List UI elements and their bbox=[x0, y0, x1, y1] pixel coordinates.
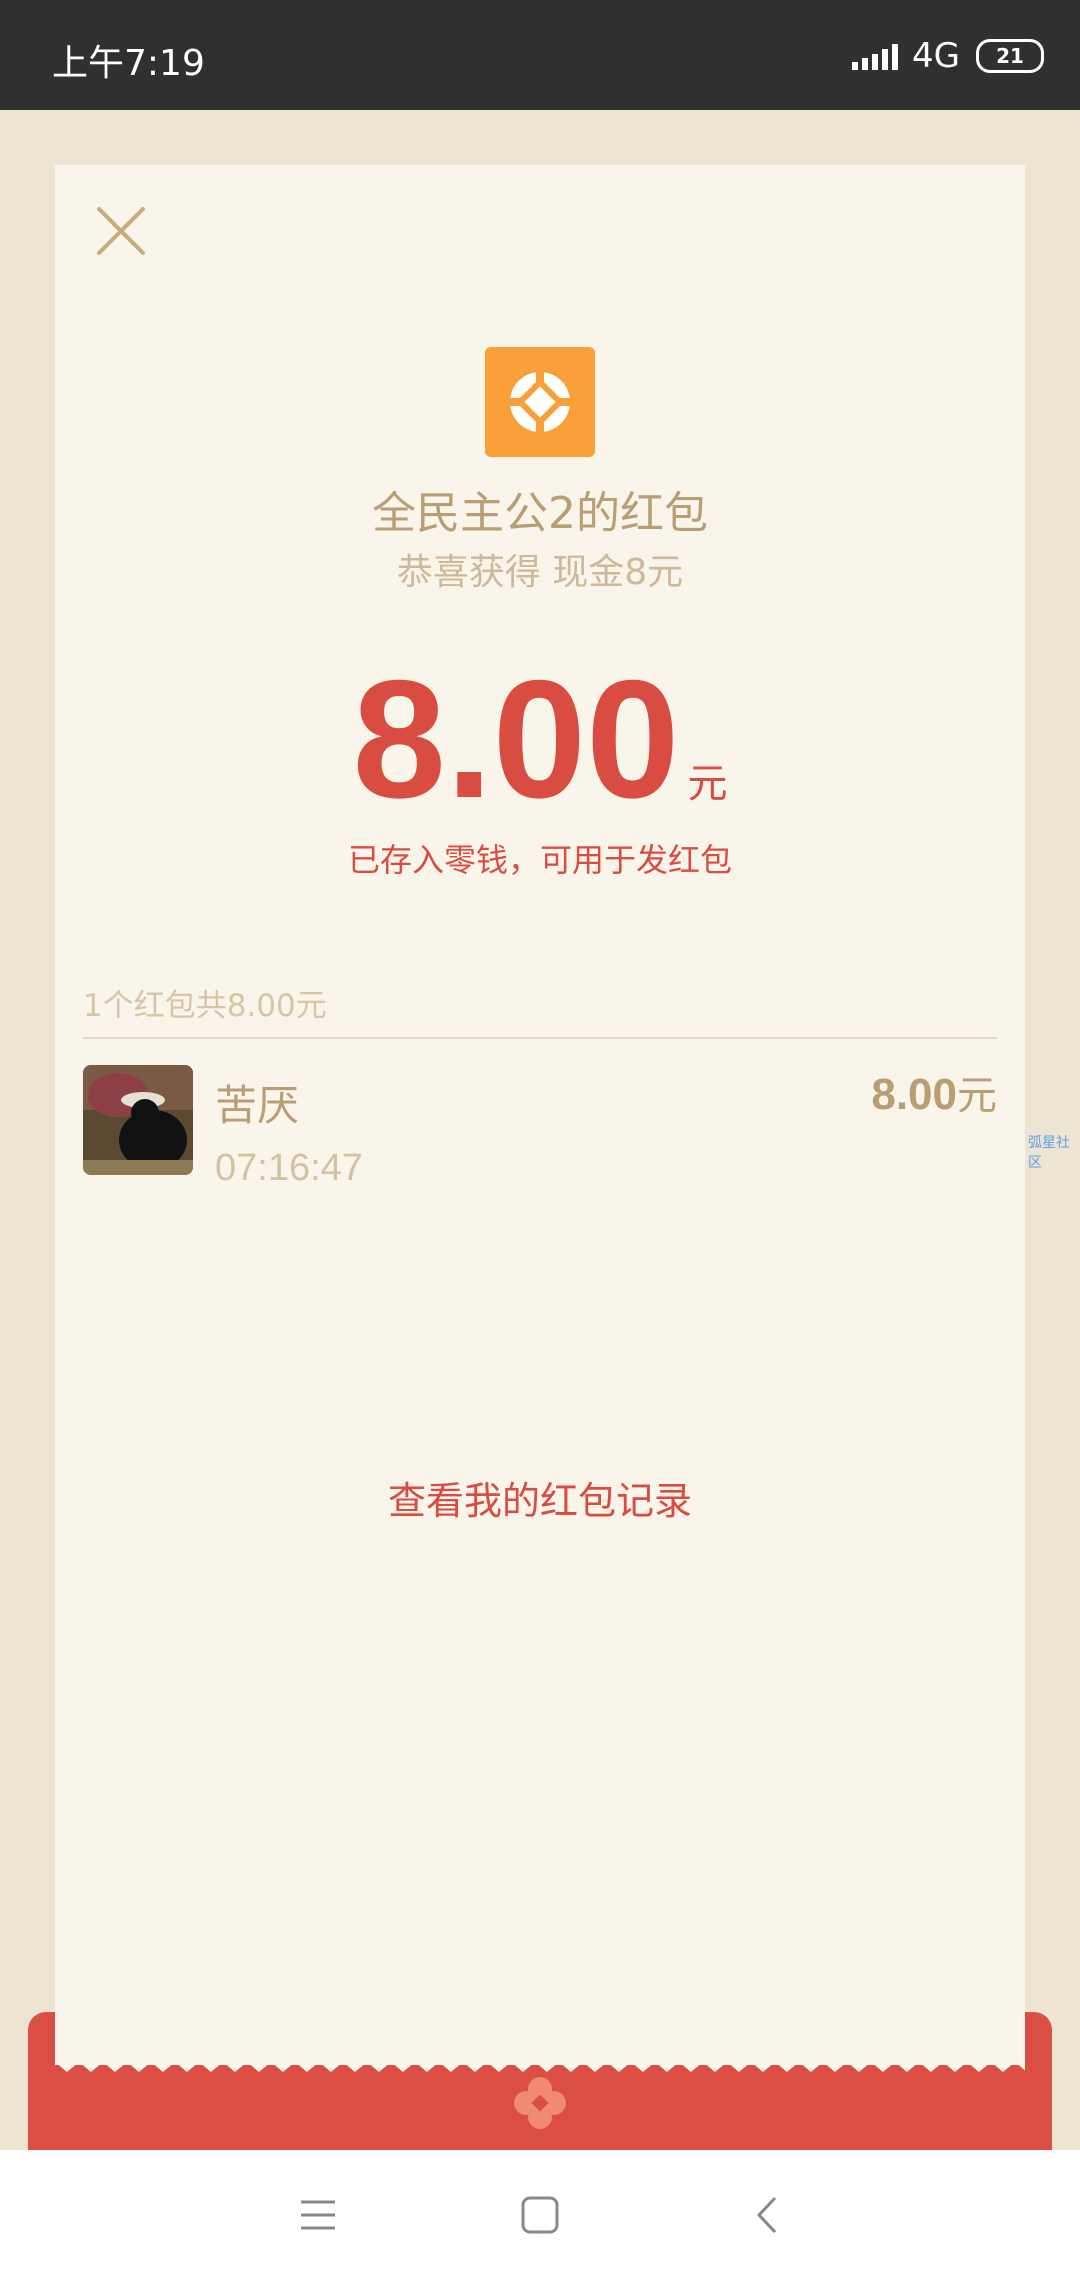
stored-note: 已存入零钱，可用于发红包 bbox=[347, 841, 732, 879]
amount-value: 8.00 bbox=[352, 645, 680, 833]
red-packet-detail-card: 全民主公2的红包 恭喜获得 现金8元 8.00 元 已存入零钱，可用于发红包 1… bbox=[55, 165, 1025, 2065]
status-time: 上午7:19 bbox=[52, 43, 205, 84]
wish-text: 恭喜获得 现金8元 bbox=[396, 552, 684, 593]
battery-icon: 21 bbox=[976, 39, 1044, 73]
amount-display: 8.00 元 bbox=[55, 655, 1025, 823]
receive-time: 07:16:47 bbox=[215, 1147, 363, 1189]
game-logo-icon bbox=[485, 347, 595, 457]
receiver-amount-value: 8.00 bbox=[871, 1070, 957, 1119]
battery-level: 21 bbox=[996, 44, 1024, 68]
flower-icon bbox=[514, 2077, 566, 2129]
card-zigzag-edge bbox=[55, 2048, 1025, 2072]
receiver-name: 苦厌 bbox=[215, 1081, 300, 1130]
signal-icon bbox=[852, 42, 899, 70]
network-type: 4G bbox=[912, 36, 960, 76]
menu-icon[interactable] bbox=[295, 2192, 341, 2238]
watermark: 弧星社区 bbox=[1028, 1135, 1070, 1171]
packet-summary: 1个红包共8.00元 bbox=[83, 988, 327, 1024]
navigation-bar bbox=[0, 2150, 1080, 2280]
amount-unit: 元 bbox=[687, 761, 728, 807]
back-icon[interactable] bbox=[745, 2192, 791, 2238]
receiver-amount: 8.00元 bbox=[871, 1063, 997, 1121]
close-icon[interactable] bbox=[93, 203, 149, 259]
status-bar: 上午7:19 4G 21 bbox=[0, 0, 1080, 110]
receiver-amount-unit: 元 bbox=[957, 1073, 997, 1119]
status-indicators: 4G 21 bbox=[852, 34, 1044, 78]
view-records-link[interactable]: 查看我的红包记录 bbox=[55, 1470, 1025, 1525]
sender-title: 全民主公2的红包 bbox=[372, 488, 708, 539]
avatar[interactable] bbox=[83, 1065, 193, 1175]
divider bbox=[83, 1037, 997, 1039]
home-icon[interactable] bbox=[517, 2192, 563, 2238]
